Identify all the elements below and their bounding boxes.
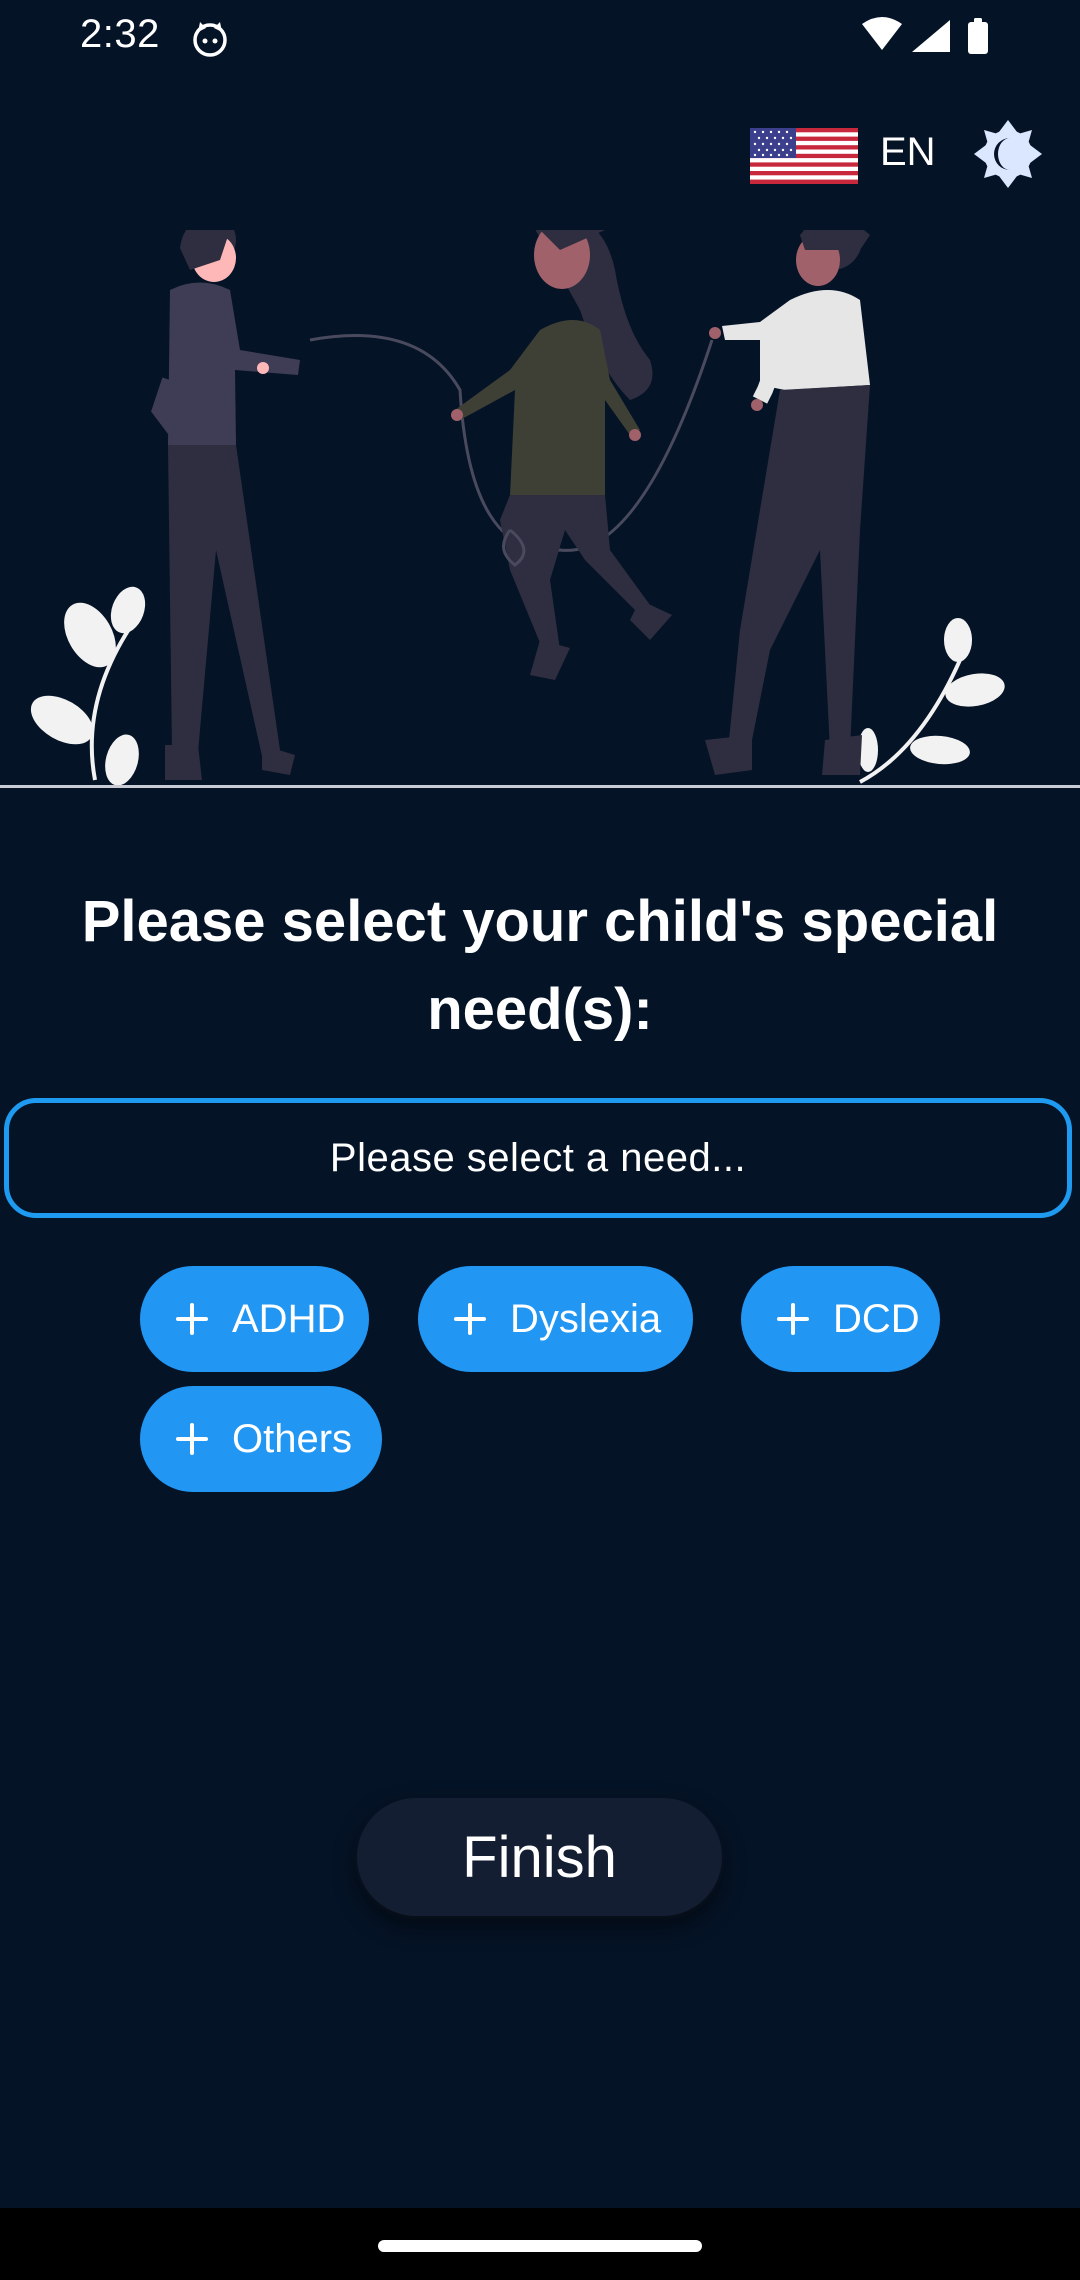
chip-dcd[interactable]: DCD bbox=[741, 1266, 940, 1372]
navigation-bar bbox=[0, 2208, 1080, 2280]
finish-button[interactable]: Finish bbox=[357, 1798, 722, 1916]
need-select-field[interactable]: Please select a need... bbox=[4, 1098, 1072, 1218]
need-select-placeholder: Please select a need... bbox=[329, 1135, 747, 1180]
wifi-icon bbox=[862, 17, 902, 50]
kids-jump-rope-illustration bbox=[30, 230, 1005, 786]
language-code[interactable]: EN bbox=[880, 130, 936, 175]
chip-label: ADHD bbox=[232, 1296, 346, 1341]
chip-adhd[interactable]: ADHD bbox=[140, 1266, 369, 1372]
child-left bbox=[151, 230, 300, 780]
chip-others[interactable]: Others bbox=[140, 1386, 382, 1492]
home-gesture-handle[interactable] bbox=[378, 2240, 702, 2252]
chip-label: Others bbox=[232, 1416, 353, 1461]
status-bar: 2:32 bbox=[0, 0, 1080, 76]
chip-label: Dyslexia bbox=[510, 1296, 662, 1341]
cat-icon bbox=[193, 22, 227, 57]
status-icons bbox=[862, 17, 988, 54]
page-title: Please select your child's special need(… bbox=[81, 889, 999, 1042]
child-right bbox=[705, 230, 870, 775]
battery-icon bbox=[968, 18, 988, 54]
status-time: 2:32 bbox=[80, 12, 160, 56]
child-middle bbox=[451, 230, 672, 680]
plus-icon bbox=[176, 1423, 208, 1455]
plus-icon bbox=[176, 1303, 208, 1335]
ground-divider bbox=[0, 785, 1080, 788]
us-flag-icon[interactable] bbox=[750, 128, 858, 184]
theme-toggle-icon[interactable] bbox=[972, 118, 1044, 190]
plus-icon bbox=[777, 1303, 809, 1335]
chip-label: DCD bbox=[833, 1296, 920, 1341]
plant-right-icon bbox=[858, 618, 1005, 784]
plus-icon bbox=[454, 1303, 486, 1335]
plant-left-icon bbox=[30, 586, 146, 786]
chip-dyslexia[interactable]: Dyslexia bbox=[418, 1266, 693, 1372]
signal-icon bbox=[912, 20, 950, 52]
